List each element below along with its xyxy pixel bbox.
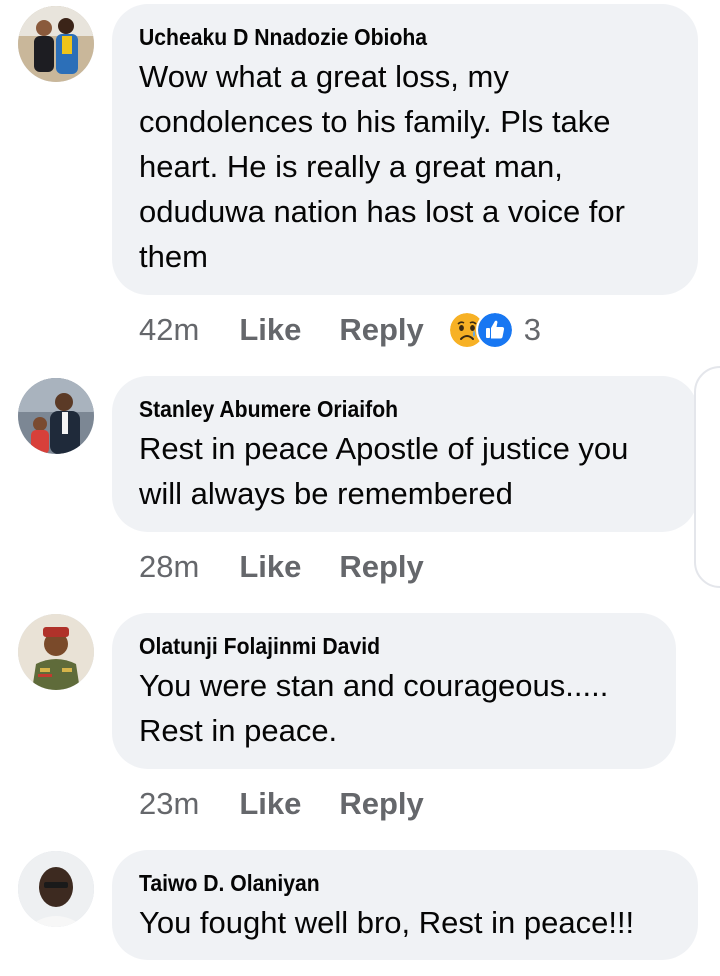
avatar[interactable] (18, 378, 94, 454)
comment-author[interactable]: Olatunji Folajinmi David (139, 631, 607, 661)
floating-side-panel[interactable] (694, 366, 720, 588)
like-button[interactable]: Like (239, 549, 301, 585)
avatar[interactable] (18, 851, 94, 927)
comment-text: You fought well bro, Rest in peace!!! (139, 905, 635, 940)
avatar-photo (18, 851, 94, 927)
like-button[interactable]: Like (239, 312, 301, 348)
comment-bubble: Ucheaku D Nnadozie Obioha Wow what a gre… (112, 4, 698, 295)
reply-button[interactable]: Reply (339, 786, 423, 822)
comment-bubble: Olatunji Folajinmi David You were stan a… (112, 613, 676, 769)
comment-timestamp[interactable]: 23m (139, 786, 199, 822)
reaction-count: 3 (523, 312, 542, 347)
comment-text: You were stan and courageous..... Rest i… (139, 668, 609, 748)
comment-text: Rest in peace Apostle of justice you wil… (139, 431, 629, 511)
comment-actions: 28m Like Reply (139, 545, 462, 589)
like-reaction-icon (475, 311, 514, 349)
avatar-photo (18, 378, 94, 454)
like-button[interactable]: Like (239, 786, 301, 822)
reply-button[interactable]: Reply (339, 312, 423, 348)
comment-bubble: Stanley Abumere Oriaifoh Rest in peace A… (112, 376, 698, 532)
comment-author[interactable]: Stanley Abumere Oriaifoh (139, 394, 628, 424)
avatar-photo (18, 614, 94, 690)
comment-timestamp[interactable]: 42m (139, 312, 199, 348)
reaction-summary[interactable]: 3 (447, 311, 542, 349)
comment-actions: 42m Like Reply 3 (139, 308, 541, 352)
avatar[interactable] (18, 6, 94, 82)
comment-author[interactable]: Taiwo D. Olaniyan (139, 868, 628, 898)
reply-button[interactable]: Reply (339, 549, 423, 585)
comment-bubble: Taiwo D. Olaniyan You fought well bro, R… (112, 850, 698, 960)
avatar-photo (18, 6, 94, 82)
comment-actions: 23m Like Reply (139, 782, 462, 826)
avatar[interactable] (18, 614, 94, 690)
comment-author[interactable]: Ucheaku D Nnadozie Obioha (139, 22, 628, 52)
comment-text: Wow what a great loss, my condolences to… (139, 59, 625, 274)
comment-timestamp[interactable]: 28m (139, 549, 199, 585)
